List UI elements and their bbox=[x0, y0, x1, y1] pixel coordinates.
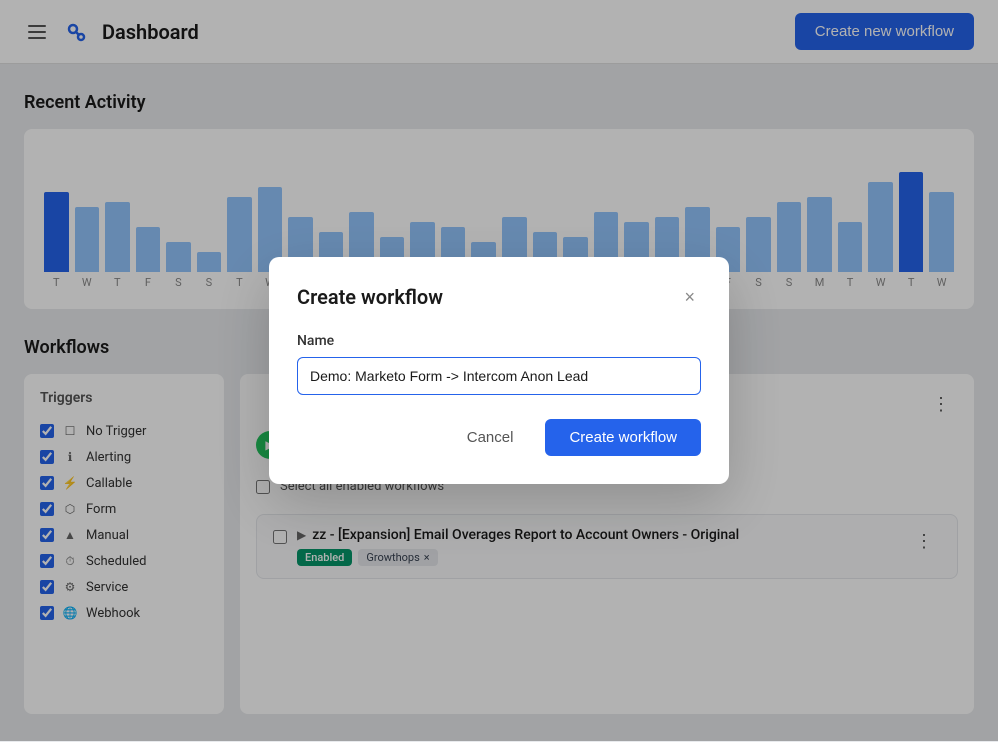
workflow-name-input[interactable] bbox=[297, 357, 701, 395]
dialog-actions: Cancel Create workflow bbox=[297, 419, 701, 456]
create-workflow-submit-button[interactable]: Create workflow bbox=[545, 419, 701, 456]
dialog-header: Create workflow × bbox=[297, 285, 701, 309]
name-form-group: Name bbox=[297, 333, 701, 395]
dialog-title: Create workflow bbox=[297, 285, 443, 309]
modal-overlay: Create workflow × Name Cancel Create wor… bbox=[0, 0, 998, 741]
create-workflow-dialog: Create workflow × Name Cancel Create wor… bbox=[269, 257, 729, 484]
cancel-button[interactable]: Cancel bbox=[447, 419, 534, 456]
name-label: Name bbox=[297, 333, 701, 349]
dialog-close-button[interactable]: × bbox=[678, 286, 701, 308]
